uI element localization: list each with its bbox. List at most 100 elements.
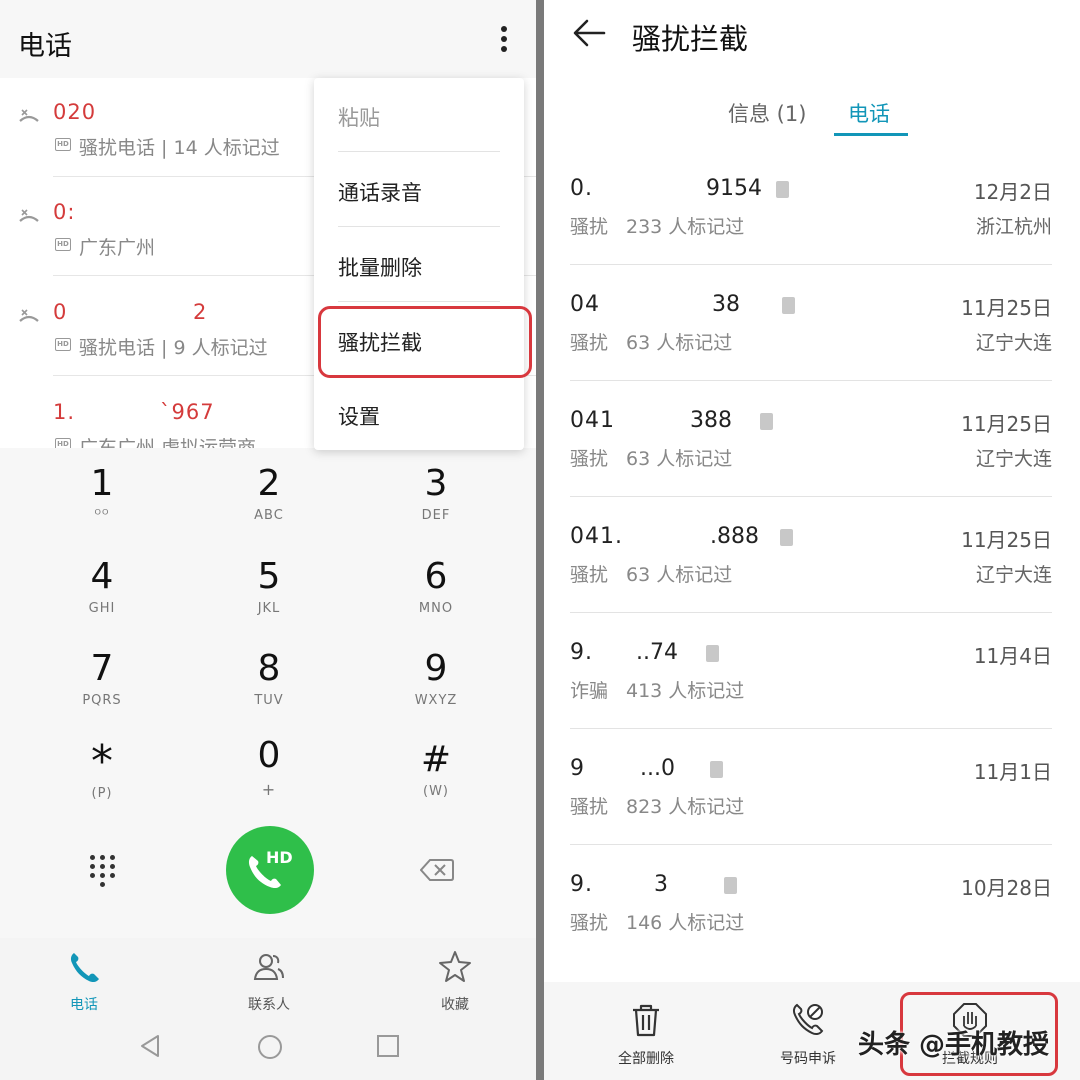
blocked-call-row[interactable]: 0. 9154 12月2日 骚扰 233 人标记过 浙江杭州	[570, 176, 1052, 292]
key-0[interactable]: 0 +	[209, 735, 329, 800]
row-date: 10月28日	[961, 876, 1052, 900]
key-5[interactable]: 5 JKL	[209, 556, 329, 617]
system-back-icon[interactable]	[138, 1034, 162, 1058]
key-6[interactable]: 6 MNO	[376, 557, 496, 617]
back-arrow-icon[interactable]	[572, 18, 606, 48]
row-date: 11月25日	[961, 528, 1052, 552]
system-home-icon[interactable]	[257, 1034, 283, 1060]
harassment-block-panel: 骚扰拦截 信息 (1) 电话 0. 9154 12月2日 骚扰 233 人标记过 浙江杭州…	[544, 0, 1080, 1080]
key-digit: *	[91, 736, 113, 787]
row-mark-count: 413 人标记过	[626, 680, 745, 702]
menu-item-call-recording[interactable]: 通话录音	[338, 177, 500, 207]
key-hash[interactable]: # (W)	[376, 740, 496, 800]
backspace-icon[interactable]	[420, 858, 454, 882]
key-9[interactable]: 9 WXYZ	[376, 648, 496, 709]
divider	[338, 151, 500, 152]
call-subtitle: 广东广州 虚拟运营商	[79, 437, 257, 448]
nav-tab-phone[interactable]: 电话	[24, 950, 144, 1014]
nav-label: 收藏	[441, 997, 469, 1013]
system-recents-icon[interactable]	[376, 1034, 400, 1058]
key-letters: ABC	[254, 508, 284, 523]
row-mark-count: 63 人标记过	[626, 564, 733, 586]
toolbar-label: 全部删除	[618, 1051, 674, 1067]
missed-call-icon	[19, 109, 39, 122]
menu-item-settings[interactable]: 设置	[338, 401, 500, 431]
tab-indicator	[834, 133, 908, 136]
hd-badge-icon: HD	[55, 138, 71, 151]
phone-app-panel: 电话 020 HD 骚扰电话 | 14 人标记过 0: HD 广东广州 0 2 …	[0, 0, 538, 1080]
row-location: 浙江杭州	[975, 216, 1052, 238]
voicemail-icon: ᴼᴼ	[94, 508, 110, 523]
row-date: 11月25日	[961, 296, 1052, 320]
key-digit: 7	[90, 648, 114, 689]
row-location: 辽宁大连	[975, 332, 1052, 354]
watermark-text: 头条 @手机教授	[858, 1030, 1050, 1060]
more-menu-icon[interactable]	[492, 22, 516, 56]
row-number-tail: 3	[654, 872, 668, 897]
row-tag: 骚扰	[570, 448, 609, 470]
key-letters: (P)	[91, 786, 113, 801]
row-date: 11月1日	[973, 760, 1052, 784]
call-number: 0	[53, 300, 68, 324]
key-digit: 2	[257, 463, 281, 504]
row-number: 04	[570, 292, 600, 317]
row-number-tail: 388	[690, 408, 732, 433]
key-1[interactable]: 1 ᴼᴼ	[42, 464, 162, 524]
key-letters: GHI	[88, 601, 116, 616]
blocked-call-row[interactable]: 04 38 11月25日 骚扰 63 人标记过 辽宁大连	[570, 292, 1052, 408]
blocked-call-row[interactable]: 9. ..74 11月4日 诈骗 413 人标记过	[570, 640, 1052, 756]
menu-item-batch-delete[interactable]: 批量删除	[338, 252, 500, 282]
overflow-menu: 粘贴 通话录音 批量删除 骚扰拦截 设置	[314, 78, 524, 450]
key-star[interactable]: * (P)	[42, 736, 162, 802]
blocked-call-row[interactable]: 9. 3 10月28日 骚扰 146 人标记过	[570, 872, 1052, 988]
blocked-call-row[interactable]: 041 388 11月25日 骚扰 63 人标记过 辽宁大连	[570, 408, 1052, 524]
row-number: 041	[570, 408, 615, 433]
call-button[interactable]: HD	[226, 826, 314, 914]
row-tag: 骚扰	[570, 564, 609, 586]
key-4[interactable]: 4 GHI	[42, 556, 162, 617]
delete-all-button[interactable]: 全部删除	[618, 1002, 674, 1068]
nav-label: 联系人	[248, 997, 290, 1013]
key-2[interactable]: 2 ABC	[209, 463, 329, 524]
nav-tab-contacts[interactable]: 联系人	[209, 950, 329, 1014]
missed-call-icon	[19, 309, 39, 322]
blocked-call-row[interactable]: 041. .888 11月25日 骚扰 63 人标记过 辽宁大连	[570, 524, 1052, 640]
row-tag: 骚扰	[570, 796, 609, 818]
row-number-tail: 38	[712, 292, 740, 317]
blocked-call-row[interactable]: 9 ...0 11月1日 骚扰 823 人标记过	[570, 756, 1052, 872]
key-letters: +	[261, 780, 277, 799]
row-mark-count: 63 人标记过	[626, 332, 733, 354]
row-tag: 骚扰	[570, 912, 609, 934]
hd-badge-icon: HD	[55, 438, 71, 448]
key-8[interactable]: 8 TUV	[209, 648, 329, 709]
divider	[570, 612, 1052, 613]
menu-item-paste[interactable]: 粘贴	[338, 102, 500, 132]
app-header: 电话	[0, 0, 538, 78]
key-3[interactable]: 3 DEF	[376, 464, 496, 524]
sim-card-icon	[780, 529, 793, 546]
row-tag: 诈骗	[570, 680, 609, 702]
row-number: 9.	[570, 640, 593, 665]
nav-tab-favorites[interactable]: 收藏	[395, 950, 515, 1014]
row-number: 9	[570, 756, 585, 781]
key-digit: 5	[257, 556, 281, 597]
divider	[570, 844, 1052, 845]
row-number-tail: .888	[710, 524, 759, 549]
key-digit: 0	[257, 735, 281, 776]
row-mark-count: 63 人标记过	[626, 448, 733, 470]
number-appeal-button[interactable]: 号码申诉	[780, 1002, 836, 1068]
toolbar-label: 号码申诉	[780, 1051, 836, 1067]
trash-icon	[633, 1004, 659, 1037]
key-digit: 4	[90, 556, 114, 597]
call-subtitle: 广东广州	[79, 237, 156, 259]
key-7[interactable]: 7 PQRS	[42, 648, 162, 709]
row-number: 0.	[570, 176, 593, 201]
dialpad-toggle-icon[interactable]	[90, 855, 116, 887]
phone-appeal-icon	[792, 1003, 824, 1036]
row-number-tail: ..74	[636, 640, 678, 665]
key-letters: WXYZ	[414, 693, 458, 708]
key-digit: 9	[424, 648, 448, 689]
key-digit: 8	[257, 648, 281, 689]
tab-calls[interactable]: 电话	[848, 98, 890, 128]
tab-messages[interactable]: 信息 (1)	[728, 98, 806, 128]
